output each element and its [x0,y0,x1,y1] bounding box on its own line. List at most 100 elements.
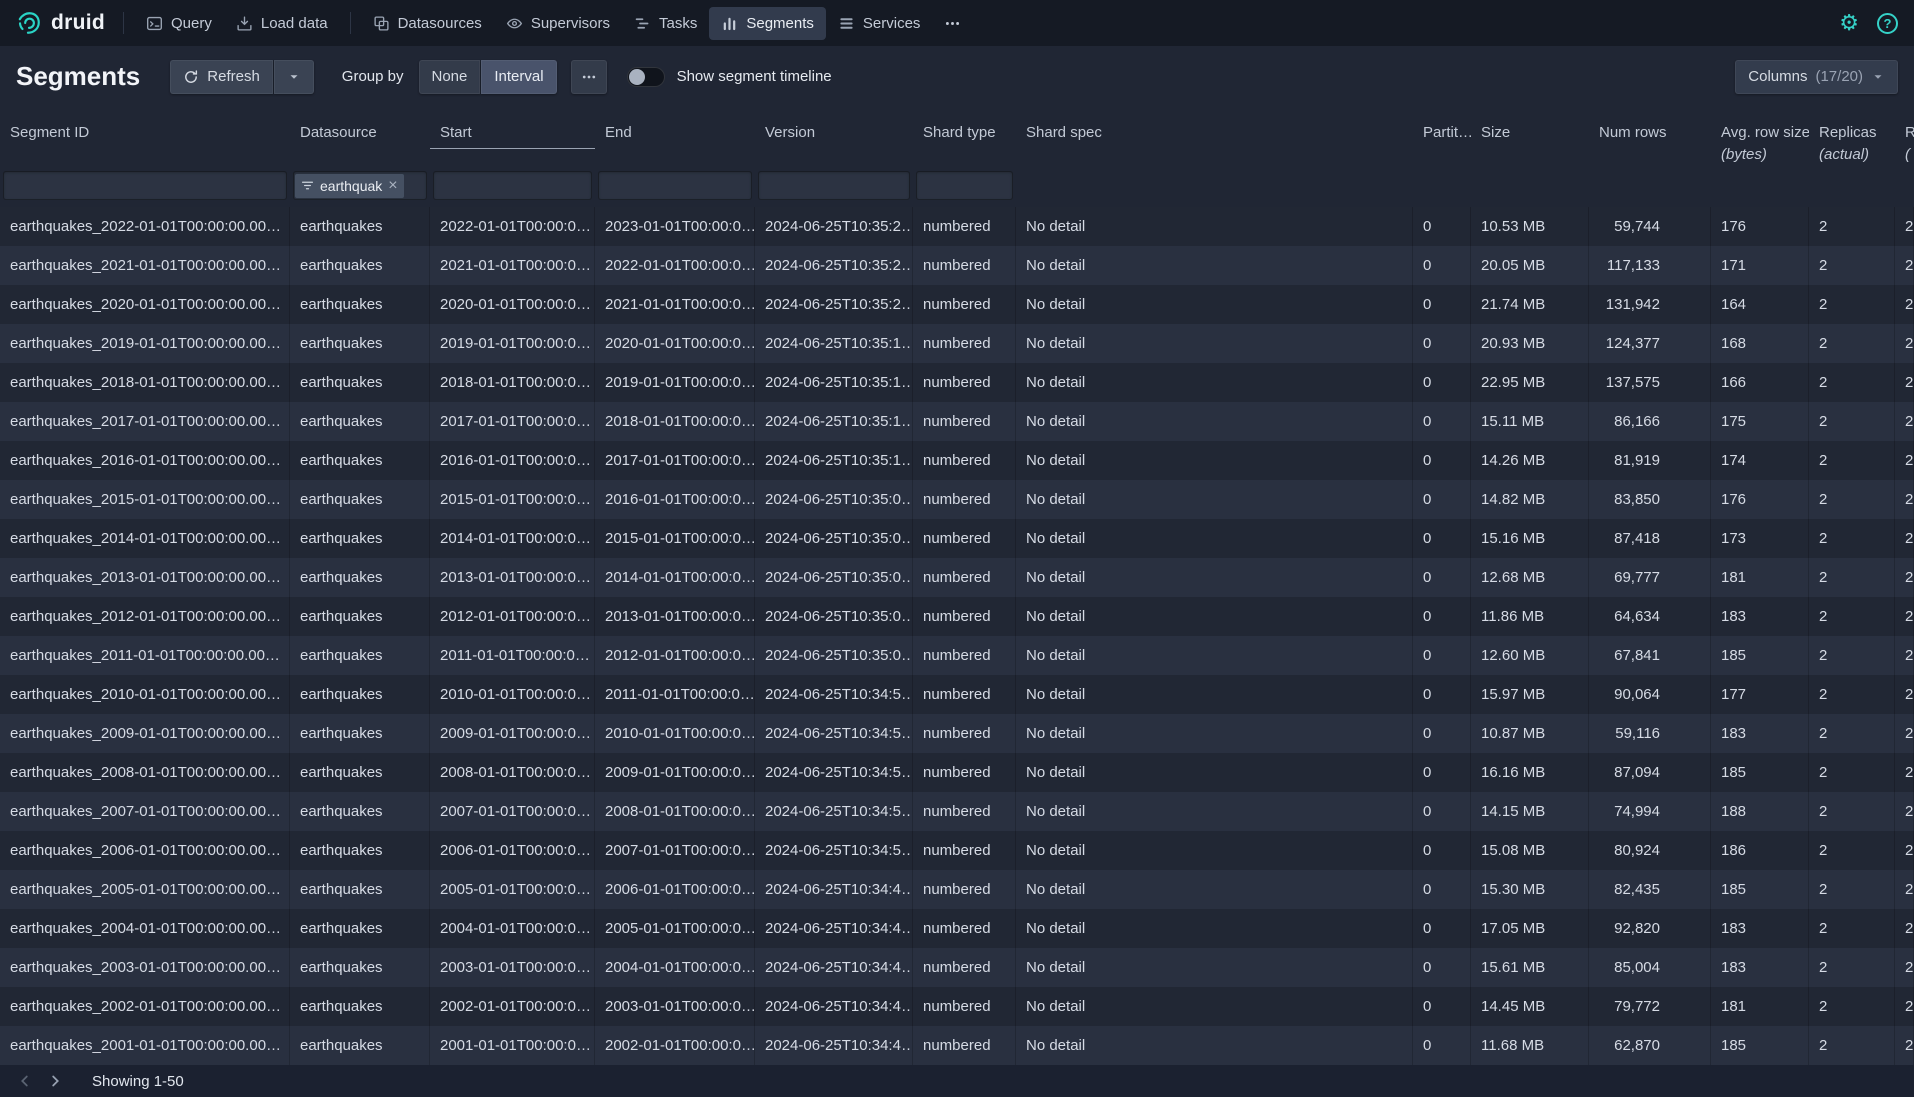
table-row[interactable]: earthquakes_2010-01-01T00:00:00.00…earth… [0,675,1914,714]
cell-partition: 0 [1413,792,1471,831]
segment-timeline-toggle[interactable] [627,67,665,87]
cell-segment-id[interactable]: earthquakes_2009-01-01T00:00:00.00… [0,714,290,753]
table-row[interactable]: earthquakes_2008-01-01T00:00:00.00…earth… [0,753,1914,792]
nav-item-datasources[interactable]: Datasources [361,7,494,40]
next-page-button[interactable] [40,1068,70,1094]
datasource-filter-box[interactable]: earthquak × [293,171,427,200]
cell-segment-id[interactable]: earthquakes_2016-01-01T00:00:00.00… [0,441,290,480]
column-header-avg-row-size[interactable]: Avg. row size(bytes) [1711,117,1809,171]
version-filter-input[interactable] [758,171,910,200]
datasource-filter-tag[interactable]: earthquak × [295,174,404,198]
table-row[interactable]: earthquakes_2022-01-01T00:00:00.00…earth… [0,207,1914,246]
column-header-segment-id[interactable]: Segment ID [0,117,290,171]
table-row[interactable]: earthquakes_2011-01-01T00:00:00.00…earth… [0,636,1914,675]
table-row[interactable]: earthquakes_2007-01-01T00:00:00.00…earth… [0,792,1914,831]
cell-shard-type: numbered [913,636,1016,675]
cell-segment-id[interactable]: earthquakes_2019-01-01T00:00:00.00… [0,324,290,363]
column-header-end[interactable]: End [595,117,755,171]
refresh-button[interactable]: Refresh [170,60,273,94]
cell-segment-id[interactable]: earthquakes_2012-01-01T00:00:00.00… [0,597,290,636]
start-filter-input[interactable] [433,171,592,200]
column-header-replicas[interactable]: Replicas(actual) [1809,117,1895,171]
cell-segment-id[interactable]: earthquakes_2017-01-01T00:00:00.00… [0,402,290,441]
table-row[interactable]: earthquakes_2009-01-01T00:00:00.00…earth… [0,714,1914,753]
cell-segment-id[interactable]: earthquakes_2001-01-01T00:00:00.00… [0,1026,290,1065]
cell-segment-id[interactable]: earthquakes_2003-01-01T00:00:00.00… [0,948,290,987]
cell-segment-id[interactable]: earthquakes_2021-01-01T00:00:00.00… [0,246,290,285]
column-header-shard-type[interactable]: Shard type [913,117,1016,171]
group-by-none-button[interactable]: None [419,60,481,94]
column-header-partition[interactable]: Partit… [1413,117,1471,171]
group-by-interval-button[interactable]: Interval [481,60,556,94]
remove-filter-icon[interactable]: × [388,178,397,194]
table-row[interactable]: earthquakes_2005-01-01T00:00:00.00…earth… [0,870,1914,909]
table-row[interactable]: earthquakes_2002-01-01T00:00:00.00…earth… [0,987,1914,1026]
column-header-num-rows[interactable]: Num rows [1589,117,1711,171]
cell-rf: 2 [1895,870,1914,909]
cell-version: 2024-06-25T10:34:4… [755,987,913,1026]
nav-item-services[interactable]: Services [826,7,933,40]
nav-item-load-data[interactable]: Load data [224,7,340,40]
cell-segment-id[interactable]: earthquakes_2011-01-01T00:00:00.00… [0,636,290,675]
cell-rf: 2 [1895,636,1914,675]
cell-segment-id[interactable]: earthquakes_2018-01-01T00:00:00.00… [0,363,290,402]
cell-segment-id[interactable]: earthquakes_2013-01-01T00:00:00.00… [0,558,290,597]
nav-divider [123,12,124,34]
cell-segment-id[interactable]: earthquakes_2004-01-01T00:00:00.00… [0,909,290,948]
table-row[interactable]: earthquakes_2003-01-01T00:00:00.00…earth… [0,948,1914,987]
segment-id-filter-input[interactable] [3,171,287,200]
cell-segment-id[interactable]: earthquakes_2014-01-01T00:00:00.00… [0,519,290,558]
table-row[interactable]: earthquakes_2021-01-01T00:00:00.00…earth… [0,246,1914,285]
column-header-version[interactable]: Version [755,117,913,171]
table-row[interactable]: earthquakes_2012-01-01T00:00:00.00…earth… [0,597,1914,636]
cell-segment-id[interactable]: earthquakes_2022-01-01T00:00:00.00… [0,207,290,246]
column-label: Version [765,119,913,146]
settings-gear-icon[interactable]: ⚙ [1839,12,1859,34]
shard-type-filter-input[interactable] [916,171,1013,200]
previous-page-button[interactable] [10,1068,40,1094]
druid-brand[interactable]: druid [16,10,105,36]
table-row[interactable]: earthquakes_2013-01-01T00:00:00.00…earth… [0,558,1914,597]
cell-end: 2004-01-01T00:00:0… [595,948,755,987]
help-icon[interactable]: ? [1877,13,1898,34]
column-header-size[interactable]: Size [1471,117,1589,171]
toolbar-more-button[interactable] [571,60,607,94]
cell-segment-id[interactable]: earthquakes_2002-01-01T00:00:00.00… [0,987,290,1026]
table-row[interactable]: earthquakes_2020-01-01T00:00:00.00…earth… [0,285,1914,324]
cell-segment-id[interactable]: earthquakes_2006-01-01T00:00:00.00… [0,831,290,870]
table-row[interactable]: earthquakes_2014-01-01T00:00:00.00…earth… [0,519,1914,558]
nav-item-supervisors[interactable]: Supervisors [494,7,622,40]
cell-end: 2022-01-01T00:00:0… [595,246,755,285]
column-header-start[interactable]: Start [430,117,595,171]
column-header-shard-spec[interactable]: Shard spec [1016,117,1413,171]
columns-button[interactable]: Columns (17/20) [1735,60,1898,94]
cell-shard-type: numbered [913,714,1016,753]
cell-segment-id[interactable]: earthquakes_2015-01-01T00:00:00.00… [0,480,290,519]
cell-segment-id[interactable]: earthquakes_2008-01-01T00:00:00.00… [0,753,290,792]
table-row[interactable]: earthquakes_2018-01-01T00:00:00.00…earth… [0,363,1914,402]
refresh-caret-button[interactable] [274,60,314,94]
table-row[interactable]: earthquakes_2001-01-01T00:00:00.00…earth… [0,1026,1914,1065]
nav-item-segments[interactable]: Segments [709,7,826,40]
table-row[interactable]: earthquakes_2006-01-01T00:00:00.00…earth… [0,831,1914,870]
cell-segment-id[interactable]: earthquakes_2010-01-01T00:00:00.00… [0,675,290,714]
table-row[interactable]: earthquakes_2019-01-01T00:00:00.00…earth… [0,324,1914,363]
cell-size: 15.11 MB [1471,402,1589,441]
cell-version: 2024-06-25T10:35:0… [755,558,913,597]
nav-item-query[interactable]: Query [134,7,224,40]
table-row[interactable]: earthquakes_2016-01-01T00:00:00.00…earth… [0,441,1914,480]
cell-shard-type: numbered [913,753,1016,792]
cell-segment-id[interactable]: earthquakes_2007-01-01T00:00:00.00… [0,792,290,831]
table-row[interactable]: earthquakes_2015-01-01T00:00:00.00…earth… [0,480,1914,519]
table-row[interactable]: earthquakes_2017-01-01T00:00:00.00…earth… [0,402,1914,441]
cell-rf: 2 [1895,207,1914,246]
nav-more-button[interactable] [932,7,973,40]
column-header-datasource[interactable]: Datasource [290,117,430,171]
cell-segment-id[interactable]: earthquakes_2020-01-01T00:00:00.00… [0,285,290,324]
cell-segment-id[interactable]: earthquakes_2005-01-01T00:00:00.00… [0,870,290,909]
column-header-clipped[interactable]: R( [1895,117,1914,171]
end-filter-input[interactable] [598,171,752,200]
table-row[interactable]: earthquakes_2004-01-01T00:00:00.00…earth… [0,909,1914,948]
nav-item-tasks[interactable]: Tasks [622,7,709,40]
cell-replicas: 2 [1809,285,1895,324]
